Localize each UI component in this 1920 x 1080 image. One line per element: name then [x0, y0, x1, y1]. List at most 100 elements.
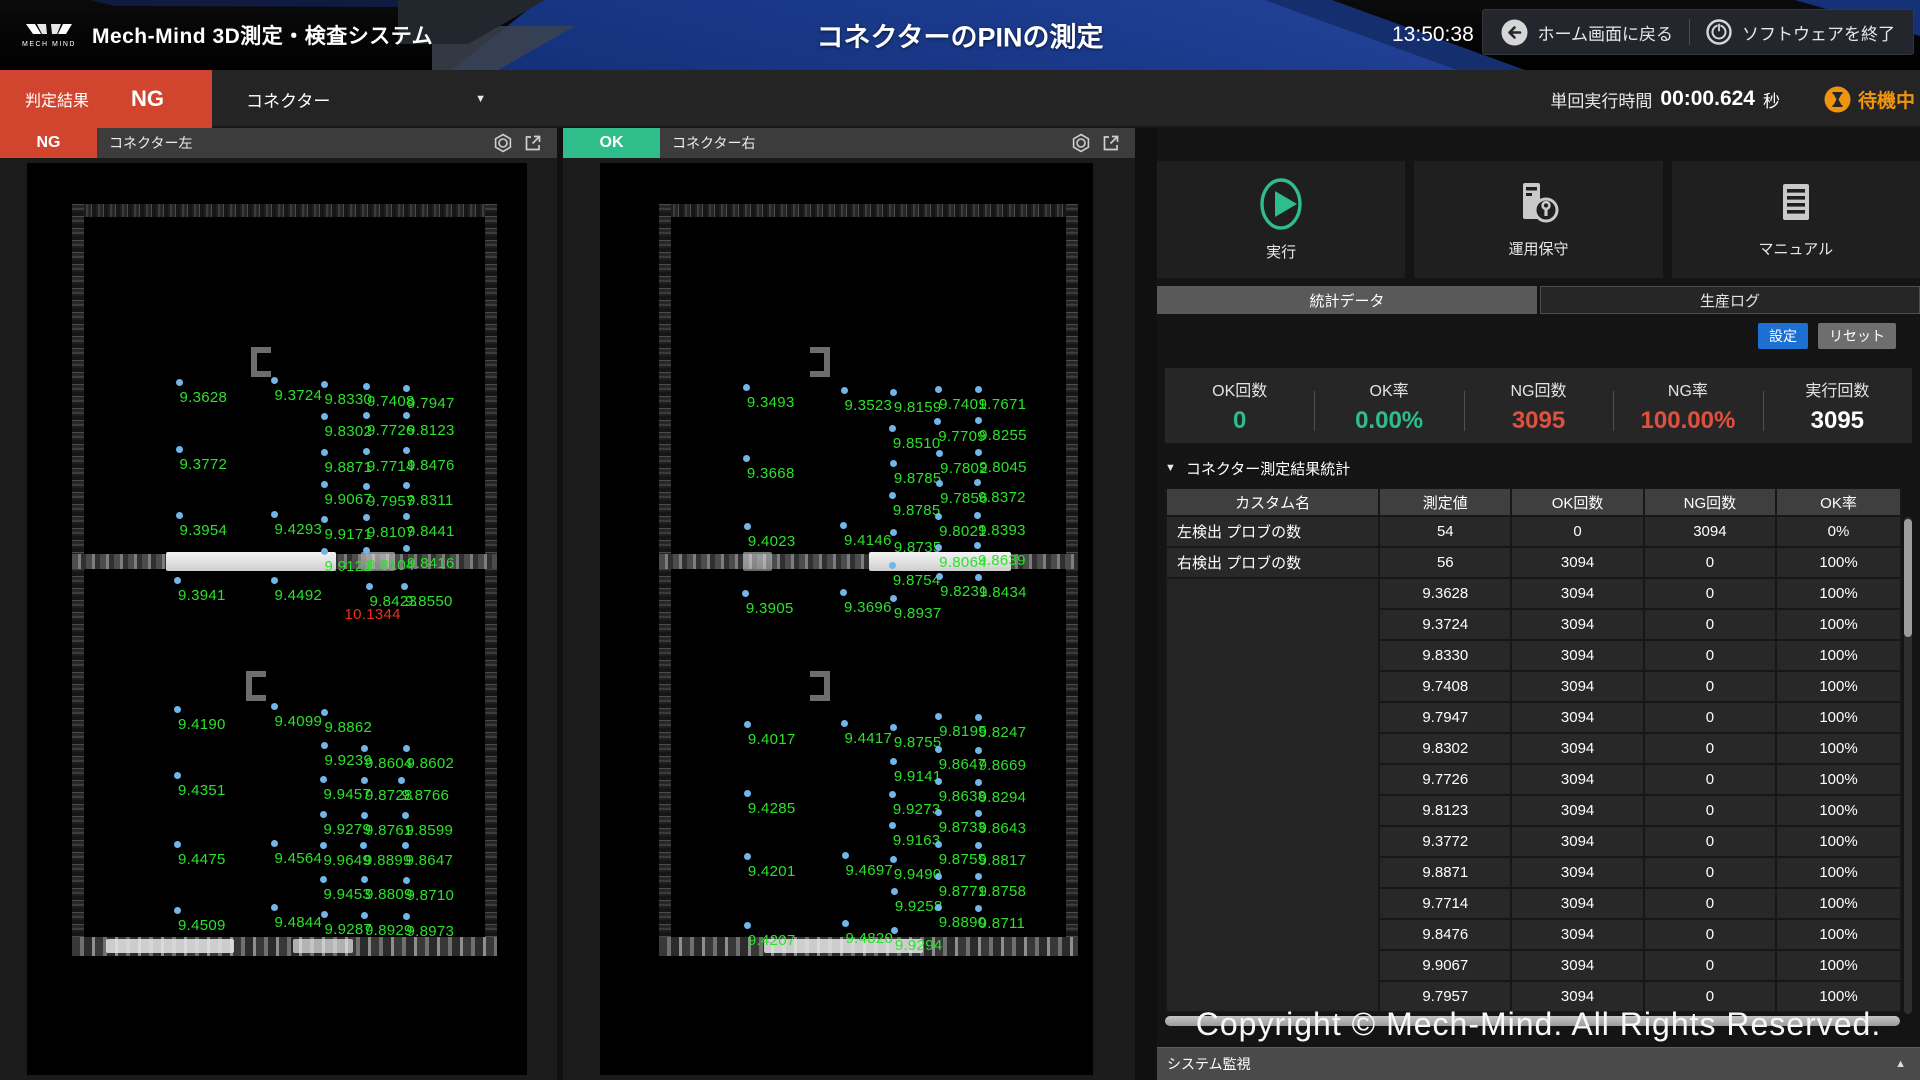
- pin-dot-icon: [889, 425, 896, 432]
- judge-value: NG: [131, 86, 164, 112]
- hourglass-icon: [1824, 86, 1851, 113]
- power-icon: [1706, 19, 1732, 45]
- topbar-button-group: ホーム画面に戻る ソフトウェアを終了: [1482, 9, 1915, 55]
- runtime-label: 単回実行時間: [1550, 87, 1652, 112]
- point-cloud-left[interactable]: 9.36289.37249.83309.74089.79479.83029.77…: [27, 163, 527, 1075]
- collapse-up-icon[interactable]: ▲: [1895, 1058, 1906, 1070]
- vertical-scrollbar[interactable]: [1904, 517, 1912, 1014]
- manual-button[interactable]: マニュアル: [1672, 161, 1920, 278]
- external-link-icon[interactable]: [523, 133, 543, 153]
- measurement-point: 9.8711: [979, 915, 1026, 933]
- results-table-wrap: カスタム名測定値OK回数NG回数OK率 左検出 プロブの数54030940%右検…: [1165, 487, 1912, 1014]
- pin-dot-icon: [271, 703, 278, 710]
- pin-dot-icon: [744, 721, 751, 728]
- point-cloud-right[interactable]: 9.34939.35239.81599.74019.76719.85109.77…: [600, 163, 1093, 1075]
- pin-dot-icon: [174, 706, 181, 713]
- measurement-point: 9.8550: [405, 593, 453, 611]
- stat-NG回数: NG回数3095: [1464, 377, 1613, 435]
- pin-dot-icon: [176, 512, 183, 519]
- measurement-point: 9.4564: [275, 850, 323, 868]
- judge-label: 判定結果: [25, 87, 89, 111]
- measurement-point: 9.8476: [407, 457, 455, 475]
- measurement-point: 9.8862: [325, 719, 373, 737]
- pin-dot-icon: [935, 873, 942, 880]
- run-button[interactable]: 実行: [1157, 161, 1405, 278]
- measurement-point: 9.8639: [978, 552, 1026, 570]
- pin-dot-icon: [361, 745, 368, 752]
- home-button-label: ホーム画面に戻る: [1538, 20, 1674, 45]
- pin-dot-icon: [935, 809, 942, 816]
- pin-dot-icon: [890, 389, 897, 396]
- measurement-point: 9.8973: [407, 923, 455, 941]
- pin-dot-icon: [975, 905, 982, 912]
- reset-button[interactable]: リセット: [1818, 323, 1896, 349]
- section-title-text: コネクター測定結果統計: [1186, 458, 1350, 479]
- measurement-point: 9.4201: [748, 863, 796, 881]
- runtime-value: 00:00.624: [1660, 87, 1755, 111]
- measurement-point: 9.7947: [407, 395, 455, 413]
- section-header[interactable]: ▼ コネクター測定結果統計: [1165, 455, 1912, 481]
- measurement-point: 9.8937: [894, 605, 942, 623]
- pin-dot-icon: [975, 779, 982, 786]
- settings-nut-icon[interactable]: [1071, 133, 1091, 153]
- pin-dot-icon: [935, 386, 942, 393]
- connector-outline: [659, 204, 1078, 956]
- pin-dot-icon: [366, 583, 373, 590]
- table-row: 左検出 プロブの数54030940%: [1166, 516, 1901, 547]
- pin-dot-icon: [935, 841, 942, 848]
- connector-dropdown[interactable]: コネクター ▼: [230, 70, 500, 128]
- pin-dot-icon: [841, 720, 848, 727]
- connector-outline: [72, 204, 497, 956]
- pin-dot-icon: [321, 413, 328, 420]
- pin-dot-icon: [403, 745, 410, 752]
- pin-dot-icon: [321, 911, 328, 918]
- maintenance-button[interactable]: 運用保守: [1414, 161, 1662, 278]
- measurement-point: 9.8123: [407, 422, 455, 440]
- pin-dot-icon: [363, 412, 370, 419]
- judge-result-badge: 判定結果 NG: [0, 70, 212, 128]
- settings-button[interactable]: 設定: [1758, 323, 1808, 349]
- measurement-point: 9.4844: [275, 914, 323, 932]
- manual-button-label: マニュアル: [1759, 238, 1834, 259]
- exit-button[interactable]: ソフトウェアを終了: [1706, 19, 1895, 45]
- external-link-icon[interactable]: [1101, 133, 1121, 153]
- vertical-scrollbar-thumb[interactable]: [1904, 519, 1912, 637]
- measurement-point: 9.4017: [748, 731, 796, 749]
- tab-statistics[interactable]: 統計データ: [1157, 286, 1537, 314]
- runtime: 単回実行時間 00:00.624 秒: [1550, 70, 1780, 128]
- viewer-left-header: NG コネクター左: [0, 128, 557, 158]
- measurement-point: 9.4351: [178, 782, 226, 800]
- home-button[interactable]: ホーム画面に戻る: [1501, 19, 1674, 46]
- measurement-point: 9.4099: [275, 713, 323, 731]
- stat-NG率: NG率100.00%: [1613, 377, 1762, 435]
- system-monitor-bar[interactable]: システム監視 ▲: [1157, 1047, 1920, 1080]
- brand: MECH MIND Mech-Mind 3D測定・検査システム: [22, 0, 433, 70]
- clock: 13:50:38: [1392, 23, 1474, 47]
- settings-nut-icon[interactable]: [493, 133, 513, 153]
- pin-dot-icon: [744, 790, 751, 797]
- measurement-point: 9.8758: [979, 883, 1027, 901]
- column-header: NG回数: [1644, 488, 1776, 516]
- viewer-right-result-badge: OK: [563, 128, 660, 158]
- tab-production-log[interactable]: 生産ログ: [1540, 286, 1920, 314]
- connector-dropdown-value: コネクター: [246, 87, 330, 112]
- pin-dot-icon: [935, 778, 942, 785]
- table-body: 左検出 プロブの数54030940%右検出 プロブの数5630940100%9.…: [1166, 516, 1901, 1012]
- stat-実行回数: 実行回数3095: [1763, 377, 1912, 435]
- column-header: 測定値: [1379, 488, 1511, 516]
- pin-dot-icon: [975, 842, 982, 849]
- table-toolbar: 設定 リセット: [1157, 323, 1920, 349]
- pin-dot-icon: [742, 590, 749, 597]
- run-button-label: 実行: [1266, 241, 1296, 262]
- measurement-point: 10.1344: [345, 606, 401, 624]
- control-panel: 実行 運用保守: [1157, 128, 1920, 1080]
- mech-mind-logo: MECH MIND: [22, 23, 76, 48]
- pin-dot-icon: [744, 922, 751, 929]
- measurement-point: 9.8669: [979, 757, 1027, 775]
- table-row: 9.362830940100%: [1166, 578, 1901, 609]
- pin-dot-icon: [842, 920, 849, 927]
- measurement-point: 9.9067: [325, 491, 373, 509]
- collapse-triangle-icon: ▼: [1165, 462, 1176, 474]
- measurement-point: 9.8302: [325, 423, 373, 441]
- panel-tabs: 統計データ 生産ログ: [1157, 286, 1920, 314]
